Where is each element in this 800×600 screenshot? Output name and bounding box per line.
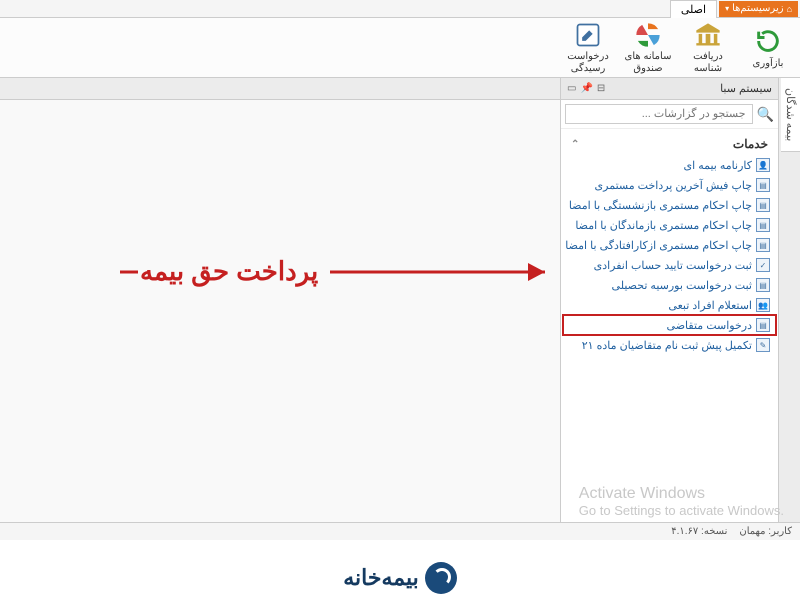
refresh-icon [753, 26, 783, 56]
tree-item-label: تکمیل پیش ثبت نام متقاضیان ماده ۲۱ [582, 339, 752, 352]
doc-icon: ▤ [756, 238, 770, 252]
edit-icon: ✎ [756, 338, 770, 352]
brand-logo-icon [425, 562, 457, 594]
tree-item-label: ثبت درخواست تایید حساب انفرادی [594, 259, 752, 272]
tree-item-label: چاپ احکام مستمری بازنشستگی با امضا [569, 199, 752, 212]
tree-item-label: چاپ احکام مستمری بازماندگان با امضا [575, 219, 752, 232]
toolbar: بازآوری دریافت شناسه سامانه های صندوق در… [0, 18, 800, 78]
tree-item-label: کارنامه بیمه ای [683, 159, 752, 172]
tree-item-print-last-pay[interactable]: ▤ چاپ فیش آخرین پرداخت مستمری [563, 175, 776, 195]
toolbar-label: درخواست رسیدگی [562, 51, 614, 75]
doc-icon: ▤ [756, 178, 770, 192]
subsystems-label: زیرسیستم‌ها [732, 3, 783, 14]
tree-item-article21[interactable]: ✎ تکمیل پیش ثبت نام متقاضیان ماده ۲۱ [563, 335, 776, 355]
tree-item-label: درخواست متقاضی [667, 319, 752, 332]
pin-icon[interactable]: ⊟ [597, 83, 605, 94]
status-bar: کاربر: مهمان نسخه: ۴.۱.۶۷ [0, 522, 800, 540]
chevron-down-icon: ▾ [725, 4, 729, 13]
doc-icon: ▤ [756, 218, 770, 232]
tree-item-label: استعلام افراد تبعی [668, 299, 752, 312]
get-id-button[interactable]: دریافت شناسه [682, 22, 734, 73]
top-bar: ⌂ زیرسیستم‌ها ▾ اصلی [0, 0, 800, 18]
brand-footer: بیمه‌خانه [0, 562, 800, 594]
search-input[interactable] [565, 104, 753, 124]
tree-item-label: چاپ احکام مستمری ازکارافتادگی با امضا [565, 239, 752, 252]
check-icon: ✓ [756, 258, 770, 272]
pin-icon[interactable]: 📌 [580, 83, 592, 94]
panel-title: سیستم سبا [720, 82, 772, 95]
search-icon: 🔍 [757, 106, 774, 123]
main-area [0, 78, 560, 528]
brand-name: بیمه‌خانه [343, 565, 419, 591]
tree-item-applicant-request[interactable]: ▤ درخواست متقاضی [563, 315, 776, 335]
tree-item-individual-account[interactable]: ✓ ثبت درخواست تایید حساب انفرادی [563, 255, 776, 275]
toolbar-label: دریافت شناسه [682, 51, 734, 75]
person-icon: 👤 [756, 158, 770, 172]
tree-item-dependents-inquiry[interactable]: 👥 استعلام افراد تبعی [563, 295, 776, 315]
request-review-button[interactable]: درخواست رسیدگی [562, 22, 614, 73]
search-row: 🔍 [561, 100, 778, 129]
tab-main[interactable]: اصلی [670, 0, 717, 18]
side-tabs: بیمه شدگان [778, 78, 800, 528]
tree-item-scholarship[interactable]: ▤ ثبت درخواست بورسیه تحصیلی [563, 275, 776, 295]
panel-header: سیستم سبا ⊟ 📌 ▭ [561, 78, 778, 100]
collapse-icon[interactable]: ⌃ [571, 139, 579, 150]
pin-icon[interactable]: ▭ [567, 83, 576, 94]
subsystems-button[interactable]: ⌂ زیرسیستم‌ها ▾ [719, 1, 798, 17]
tree-item-karname[interactable]: 👤 کارنامه بیمه ای [563, 155, 776, 175]
aperture-icon [633, 21, 663, 49]
sub-toolbar [0, 78, 560, 100]
bank-icon [693, 21, 723, 49]
side-tab-insured[interactable]: بیمه شدگان [781, 78, 800, 152]
tree-header: خدمات ⌃ [563, 133, 776, 155]
doc-icon: ▤ [756, 278, 770, 292]
tree: خدمات ⌃ 👤 کارنامه بیمه ای ▤ چاپ فیش آخرین … [561, 129, 778, 528]
right-panel: سیستم سبا ⊟ 📌 ▭ 🔍 خدمات ⌃ 👤 کارنامه بیمه … [560, 78, 778, 528]
tree-item-label: چاپ فیش آخرین پرداخت مستمری [595, 179, 752, 192]
tree-item-label: ثبت درخواست بورسیه تحصیلی [612, 279, 752, 292]
doc-icon: ▤ [756, 318, 770, 332]
tree-item-print-disability[interactable]: ▤ چاپ احکام مستمری ازکارافتادگی با امضا [563, 235, 776, 255]
body: بیمه شدگان سیستم سبا ⊟ 📌 ▭ 🔍 خدمات ⌃ 👤 کا… [0, 78, 800, 528]
home-icon: ⌂ [787, 4, 792, 14]
group-icon: 👥 [756, 298, 770, 312]
toolbar-label: سامانه های صندوق [622, 51, 674, 75]
fund-systems-button[interactable]: سامانه های صندوق [622, 22, 674, 73]
tree-title: خدمات [733, 137, 768, 151]
refresh-button[interactable]: بازآوری [742, 22, 794, 73]
status-user: کاربر: مهمان [739, 526, 792, 537]
tree-item-print-survivors[interactable]: ▤ چاپ احکام مستمری بازماندگان با امضا [563, 215, 776, 235]
edit-icon [573, 21, 603, 49]
tree-item-print-retire[interactable]: ▤ چاپ احکام مستمری بازنشستگی با امضا [563, 195, 776, 215]
status-version: نسخه: ۴.۱.۶۷ [671, 526, 727, 537]
toolbar-label: بازآوری [753, 58, 784, 70]
doc-icon: ▤ [756, 198, 770, 212]
panel-header-icons: ⊟ 📌 ▭ [567, 83, 605, 94]
